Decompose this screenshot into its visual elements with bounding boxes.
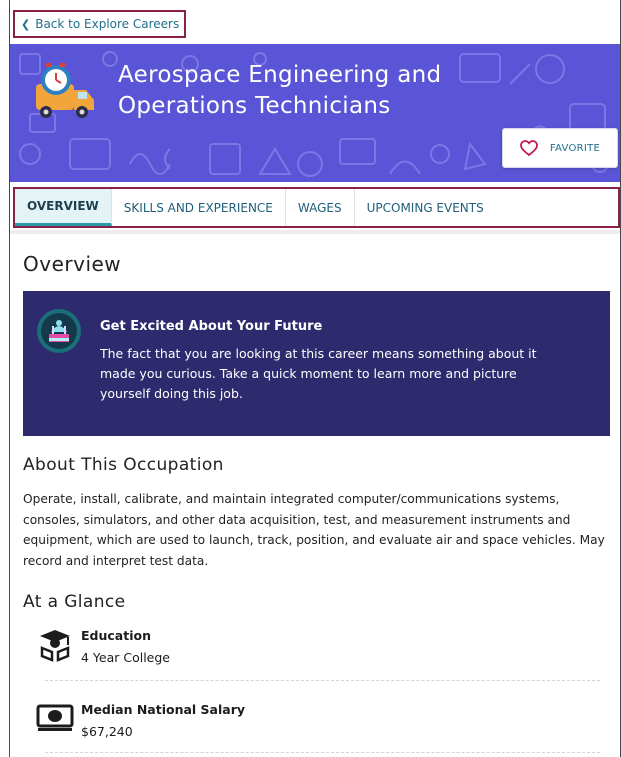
callout-body: The fact that you are looking at this ca… bbox=[100, 346, 537, 401]
callout-title: Get Excited About Your Future bbox=[100, 319, 323, 334]
delivery-truck-clock-icon bbox=[36, 63, 94, 118]
back-to-explore-careers-link[interactable]: ❮ Back to Explore Careers bbox=[13, 10, 186, 38]
tab-wages[interactable]: WAGES bbox=[286, 189, 355, 226]
get-excited-callout: Get Excited About Your Future The fact t… bbox=[23, 291, 610, 436]
overview-heading: Overview bbox=[23, 252, 122, 276]
tab-skills-and-experience[interactable]: SKILLS AND EXPERIENCE bbox=[112, 189, 286, 226]
glance-education-title: Education bbox=[81, 628, 151, 643]
back-link-label: Back to Explore Careers bbox=[35, 17, 180, 31]
glance-salary-value: $67,240 bbox=[81, 724, 133, 739]
glance-education-value: 4 Year College bbox=[81, 650, 171, 665]
career-tabs: OVERVIEW SKILLS AND EXPERIENCE WAGES UPC… bbox=[13, 187, 620, 228]
favorite-label: FAVORITE bbox=[549, 142, 601, 154]
money-icon bbox=[36, 704, 74, 731]
career-title: Aerospace Engineering and Operations Tec… bbox=[118, 62, 442, 119]
glance-salary-title: Median National Salary bbox=[81, 702, 246, 717]
tabs-divider bbox=[10, 230, 620, 234]
tab-upcoming-events[interactable]: UPCOMING EVENTS bbox=[355, 189, 496, 226]
career-hero-banner: Aerospace Engineering and Operations Tec… bbox=[10, 44, 620, 182]
chevron-left-icon: ❮ bbox=[21, 17, 31, 31]
ufo-badge-icon bbox=[37, 309, 81, 353]
glance-divider bbox=[45, 752, 600, 753]
graduation-icon bbox=[40, 630, 70, 662]
heart-icon bbox=[519, 140, 538, 156]
about-occupation-heading: About This Occupation bbox=[23, 455, 224, 475]
at-a-glance-heading: At a Glance bbox=[23, 592, 126, 612]
favorite-button[interactable]: FAVORITE bbox=[502, 128, 618, 168]
glance-divider bbox=[45, 680, 600, 681]
about-occupation-text: Operate, install, calibrate, and maintai… bbox=[23, 492, 605, 568]
tab-overview[interactable]: OVERVIEW bbox=[15, 189, 112, 226]
